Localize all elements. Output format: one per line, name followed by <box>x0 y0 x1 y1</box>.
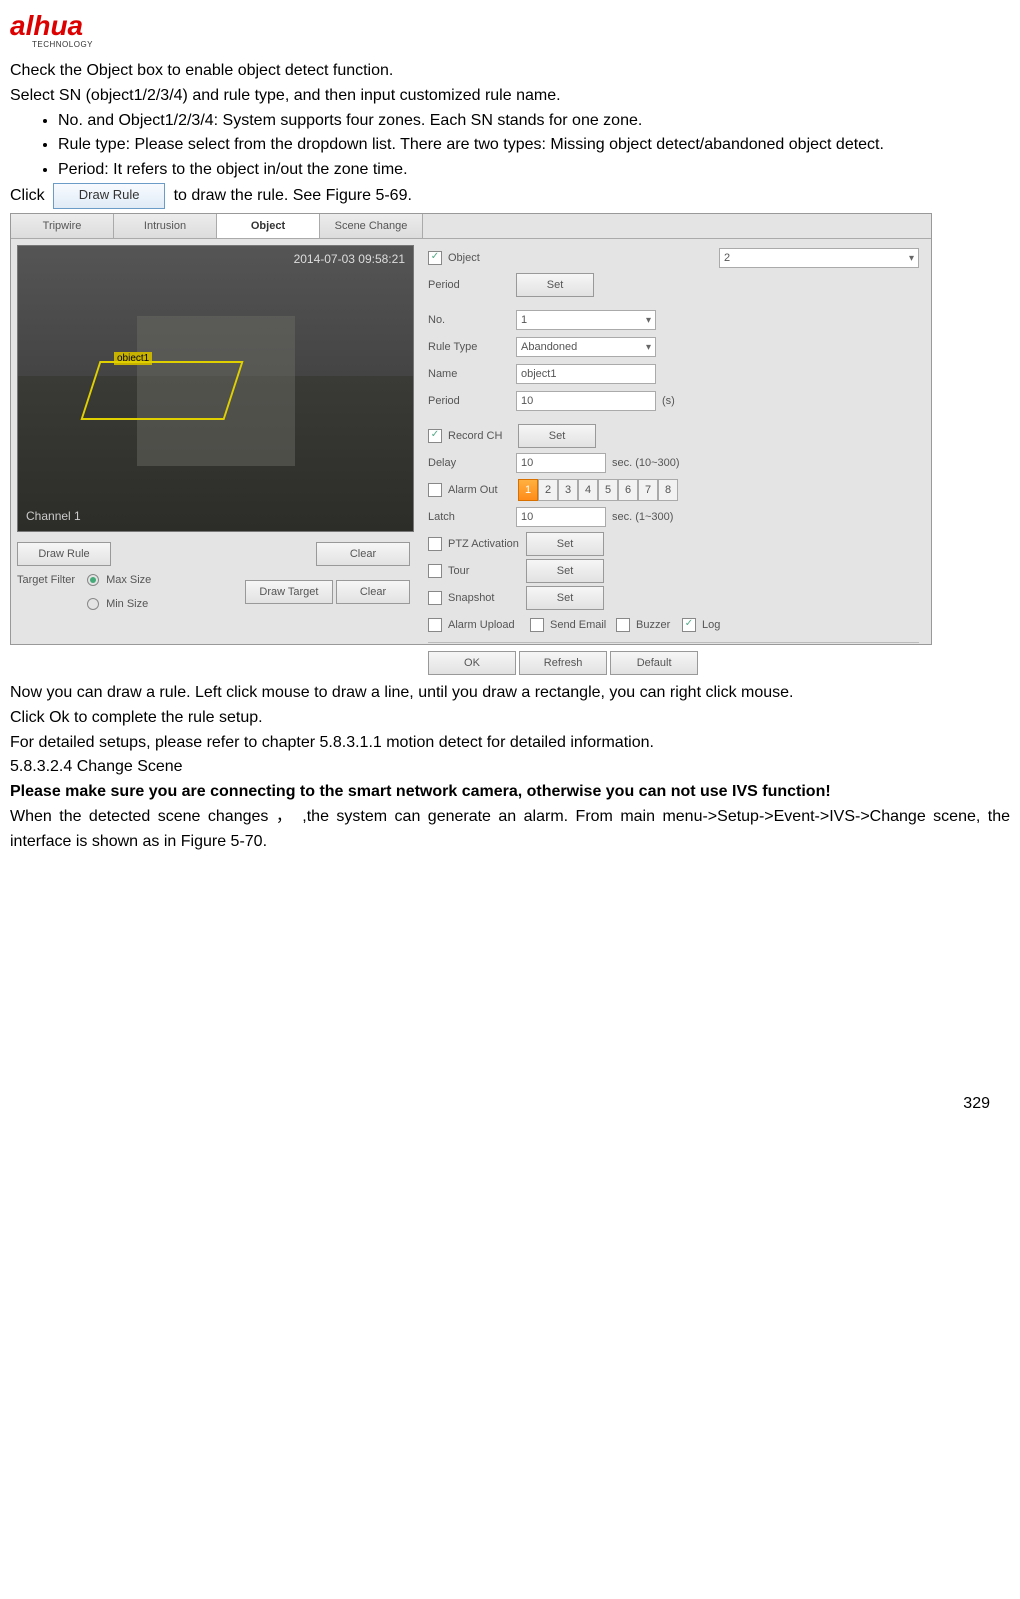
after-p2: Click Ok to complete the rule setup. <box>10 706 1010 731</box>
brand-logo: alhua <box>10 10 1010 42</box>
alarm-out-2[interactable]: 2 <box>538 479 558 501</box>
period-set-button[interactable]: Set <box>516 273 594 297</box>
latch-unit: sec. (1~300) <box>612 511 673 523</box>
snapshot-checkbox[interactable] <box>428 591 442 605</box>
send-email-label: Send Email <box>550 619 616 631</box>
after-p4: When the detected scene changes ， ,the s… <box>10 805 1010 855</box>
period-label: Period <box>428 395 516 407</box>
draw-target-button[interactable]: Draw Target <box>245 580 333 604</box>
alarm-upload-label: Alarm Upload <box>448 619 530 631</box>
alarm-out-4[interactable]: 4 <box>578 479 598 501</box>
snapshot-label: Snapshot <box>448 592 526 604</box>
page-number: 329 <box>10 1095 1010 1113</box>
bullet-3: Period: It refers to the object in/out t… <box>58 158 1010 183</box>
brand-sub: TECHNOLOGY <box>32 40 1010 49</box>
rule-type-select[interactable]: Abandoned <box>516 337 656 357</box>
alarm-out-7[interactable]: 7 <box>638 479 658 501</box>
intro-line2: Select SN (object1/2/3/4) and rule type,… <box>10 84 1010 109</box>
log-label: Log <box>702 619 720 631</box>
bullet-1: No. and Object1/2/3/4: System supports f… <box>58 109 1010 134</box>
tab-intrusion[interactable]: Intrusion <box>114 214 217 238</box>
delay-label: Delay <box>428 457 516 469</box>
buzzer-label: Buzzer <box>636 619 682 631</box>
alarm-upload-checkbox[interactable] <box>428 618 442 632</box>
alarm-out-checkbox[interactable] <box>428 483 442 497</box>
buzzer-checkbox[interactable] <box>616 618 630 632</box>
after-p1: Now you can draw a rule. Left click mous… <box>10 681 1010 706</box>
name-label: Name <box>428 368 516 380</box>
tab-object[interactable]: Object <box>217 214 320 238</box>
object-select[interactable]: 2 <box>719 248 919 268</box>
latch-label: Latch <box>428 511 516 523</box>
ptz-set-button[interactable]: Set <box>526 532 604 556</box>
draw-rule-button[interactable]: Draw Rule <box>17 542 111 566</box>
object-checkbox[interactable]: ✓ <box>428 251 442 265</box>
alarm-out-label: Alarm Out <box>448 484 518 496</box>
draw-rule-inline-button[interactable]: Draw Rule <box>53 183 165 209</box>
ok-button[interactable]: OK <box>428 651 516 675</box>
delay-unit: sec. (10~300) <box>612 457 680 469</box>
ptz-label: PTZ Activation <box>448 538 526 550</box>
name-input[interactable]: object1 <box>516 364 656 384</box>
period-set-label: Period <box>428 279 516 291</box>
alarm-out-6[interactable]: 6 <box>618 479 638 501</box>
record-ch-label: Record CH <box>448 430 518 442</box>
camera-channel-label: Channel 1 <box>26 509 81 523</box>
ptz-checkbox[interactable] <box>428 537 442 551</box>
click-pre: Click <box>10 187 49 204</box>
tour-label: Tour <box>448 565 526 577</box>
max-size-label: Max Size <box>106 574 151 586</box>
camera-rule-shape <box>80 361 243 420</box>
min-size-label: Min Size <box>106 598 148 610</box>
log-checkbox[interactable]: ✓ <box>682 618 696 632</box>
alarm-out-8[interactable]: 8 <box>658 479 678 501</box>
delay-input[interactable]: 10 <box>516 453 606 473</box>
click-post: to draw the rule. See Figure 5-69. <box>174 187 412 204</box>
warning-text: Please make sure you are connecting to t… <box>10 780 1010 805</box>
alarm-out-3[interactable]: 3 <box>558 479 578 501</box>
send-email-checkbox[interactable] <box>530 618 544 632</box>
figure-screenshot: Tripwire Intrusion Object Scene Change 2… <box>10 213 932 645</box>
intro-line1: Check the Object box to enable object de… <box>10 59 1010 84</box>
camera-preview: 2014-07-03 09:58:21 object1 Channel 1 <box>17 245 414 532</box>
tour-set-button[interactable]: Set <box>526 559 604 583</box>
period-input[interactable]: 10 <box>516 391 656 411</box>
record-ch-set-button[interactable]: Set <box>518 424 596 448</box>
section-heading: 5.8.3.2.4 Change Scene <box>10 755 1010 780</box>
latch-input[interactable]: 10 <box>516 507 606 527</box>
no-label: No. <box>428 314 516 326</box>
refresh-button[interactable]: Refresh <box>519 651 607 675</box>
clear-rule-button[interactable]: Clear <box>316 542 410 566</box>
tab-scene-change[interactable]: Scene Change <box>320 214 423 238</box>
target-filter-label: Target Filter <box>17 574 87 586</box>
bullet-2: Rule type: Please select from the dropdo… <box>58 133 1010 158</box>
default-button[interactable]: Default <box>610 651 698 675</box>
alarm-out-5[interactable]: 5 <box>598 479 618 501</box>
rule-type-label: Rule Type <box>428 341 516 353</box>
clear-target-button[interactable]: Clear <box>336 580 410 604</box>
max-size-radio[interactable] <box>87 574 99 586</box>
period-unit: (s) <box>662 395 675 407</box>
tour-checkbox[interactable] <box>428 564 442 578</box>
no-select[interactable]: 1 <box>516 310 656 330</box>
snapshot-set-button[interactable]: Set <box>526 586 604 610</box>
after-p3: For detailed setups, please refer to cha… <box>10 731 1010 756</box>
object-label: Object <box>448 252 518 264</box>
record-ch-checkbox[interactable]: ✓ <box>428 429 442 443</box>
min-size-radio[interactable] <box>87 598 99 610</box>
tab-tripwire[interactable]: Tripwire <box>11 214 114 238</box>
alarm-out-1[interactable]: 1 <box>518 479 538 501</box>
camera-timestamp: 2014-07-03 09:58:21 <box>294 252 405 266</box>
